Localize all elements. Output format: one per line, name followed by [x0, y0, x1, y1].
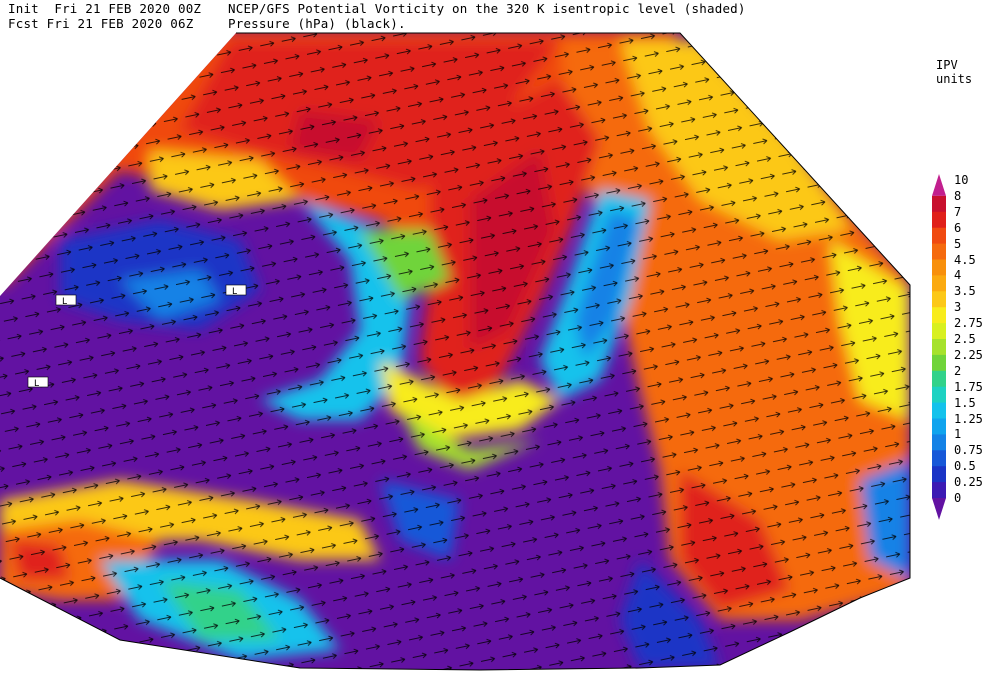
colorbar-swatch	[932, 275, 946, 292]
colorbar-label: 4	[954, 268, 962, 283]
colorbar-label: 1.75	[954, 379, 983, 394]
colorbar-label: 3	[954, 300, 962, 315]
colorbar-swatch	[932, 227, 946, 245]
colorbar-swatch	[932, 386, 946, 404]
colorbar-swatch	[932, 259, 946, 276]
colorbar-swatch	[932, 291, 946, 308]
colorbar-label: 3.5	[954, 284, 976, 299]
pressure-label-2-text: L	[232, 287, 237, 297]
colorbar-swatch	[932, 370, 946, 388]
legend-title: IPV units	[936, 58, 973, 86]
colorbar-label: 1.25	[954, 411, 983, 426]
colorbar-label: 1.5	[954, 395, 976, 410]
colorbar-label: 2.25	[954, 347, 983, 362]
colorbar-swatch	[932, 498, 946, 520]
colorbar-swatch	[932, 466, 946, 483]
colorbar-label: 2	[954, 363, 962, 378]
colorbar-swatch	[932, 307, 946, 324]
colorbar-swatch	[932, 195, 946, 213]
colorbar-label: 7	[954, 204, 962, 219]
colorbar-label: 4.5	[954, 252, 976, 267]
colorbar-label: 10	[954, 173, 969, 187]
colorbar-label: 0.75	[954, 443, 983, 458]
colorbar-swatch	[932, 339, 946, 356]
colorbar-label: 0.25	[954, 475, 983, 490]
colorbar-label: 2.5	[954, 332, 976, 346]
colorbar-swatch	[932, 211, 946, 229]
colorbar-swatch	[932, 402, 946, 419]
colorbar-swatch	[932, 323, 946, 340]
colorbar-label: 8	[954, 188, 962, 203]
colorbar-label: 2.75	[954, 316, 983, 331]
colorbar-label: 6	[954, 220, 962, 235]
pressure-label-1: L	[55, 294, 77, 307]
colorbar-swatch	[932, 243, 946, 260]
colorbar-label: 0.5	[954, 459, 976, 474]
colorbar-swatch	[932, 482, 946, 499]
pressure-label-2: L	[225, 284, 247, 297]
colorbar-swatch	[932, 418, 946, 435]
colorbar-swatch	[932, 450, 946, 467]
pressure-label-3: L	[27, 376, 49, 389]
colorbar-label: 1	[954, 427, 962, 442]
colorbar-label: 5	[954, 236, 962, 251]
colorbar	[932, 174, 946, 520]
pressure-label-3-text: L	[34, 379, 39, 389]
colorbar-swatch	[932, 174, 946, 196]
pv-map: L L L	[0, 32, 946, 671]
pressure-label-1-text: L	[62, 297, 67, 307]
colorbar-swatch	[932, 354, 946, 372]
colorbar-label: 0	[954, 491, 962, 505]
pv-shading	[0, 33, 910, 670]
colorbar-swatch	[932, 434, 946, 451]
